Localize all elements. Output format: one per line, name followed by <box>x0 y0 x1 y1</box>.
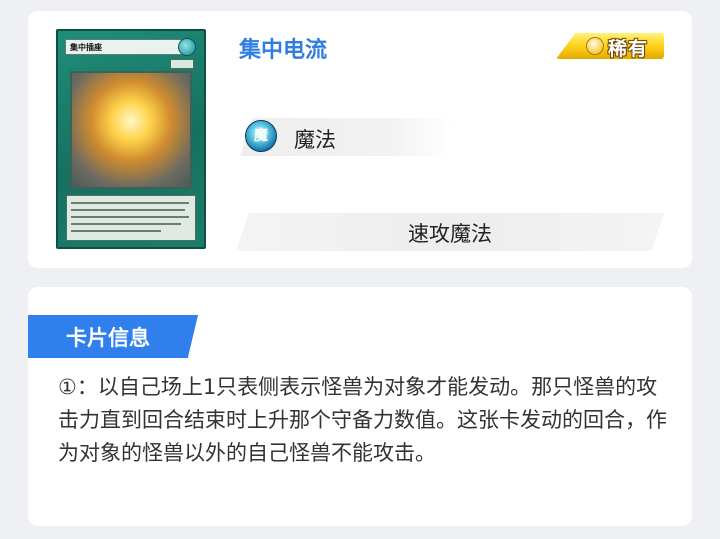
card-artwork <box>70 71 192 189</box>
desc-line <box>71 202 189 204</box>
card-effect-text: ①：以自己场上1只表侧表示怪兽为对象才能发动。那只怪兽的攻击力直到回合结束时上升… <box>58 375 667 465</box>
desc-line <box>71 230 161 232</box>
spell-attribute-icon: 魔 <box>245 120 277 152</box>
card-title: 集中电流 <box>239 38 328 63</box>
section-tab-label: 卡片信息 <box>66 326 150 350</box>
card-image-type-tag <box>170 59 194 69</box>
rarity-coin-icon <box>586 37 604 55</box>
card-type-label: 速攻魔法 <box>408 222 492 246</box>
card-image[interactable]: 集中插座 <box>56 29 206 249</box>
card-image-description-box <box>66 195 196 241</box>
rarity-badge: 稀有 <box>556 33 664 60</box>
desc-line <box>71 216 189 218</box>
card-image-attribute-icon <box>178 38 196 56</box>
rarity-label: 稀有 <box>608 38 649 60</box>
attribute-label: 魔法 <box>294 128 336 152</box>
card-info-panel: 卡片信息 ①：以自己场上1只表侧表示怪兽为对象才能发动。那只怪兽的攻击力直到回合… <box>28 287 692 526</box>
desc-line <box>71 209 185 211</box>
card-image-name-bar: 集中插座 <box>65 39 183 55</box>
card-header-panel: 集中插座 集中电流 稀有 魔 魔法 速攻魔法 <box>28 11 692 268</box>
desc-line <box>71 223 181 225</box>
